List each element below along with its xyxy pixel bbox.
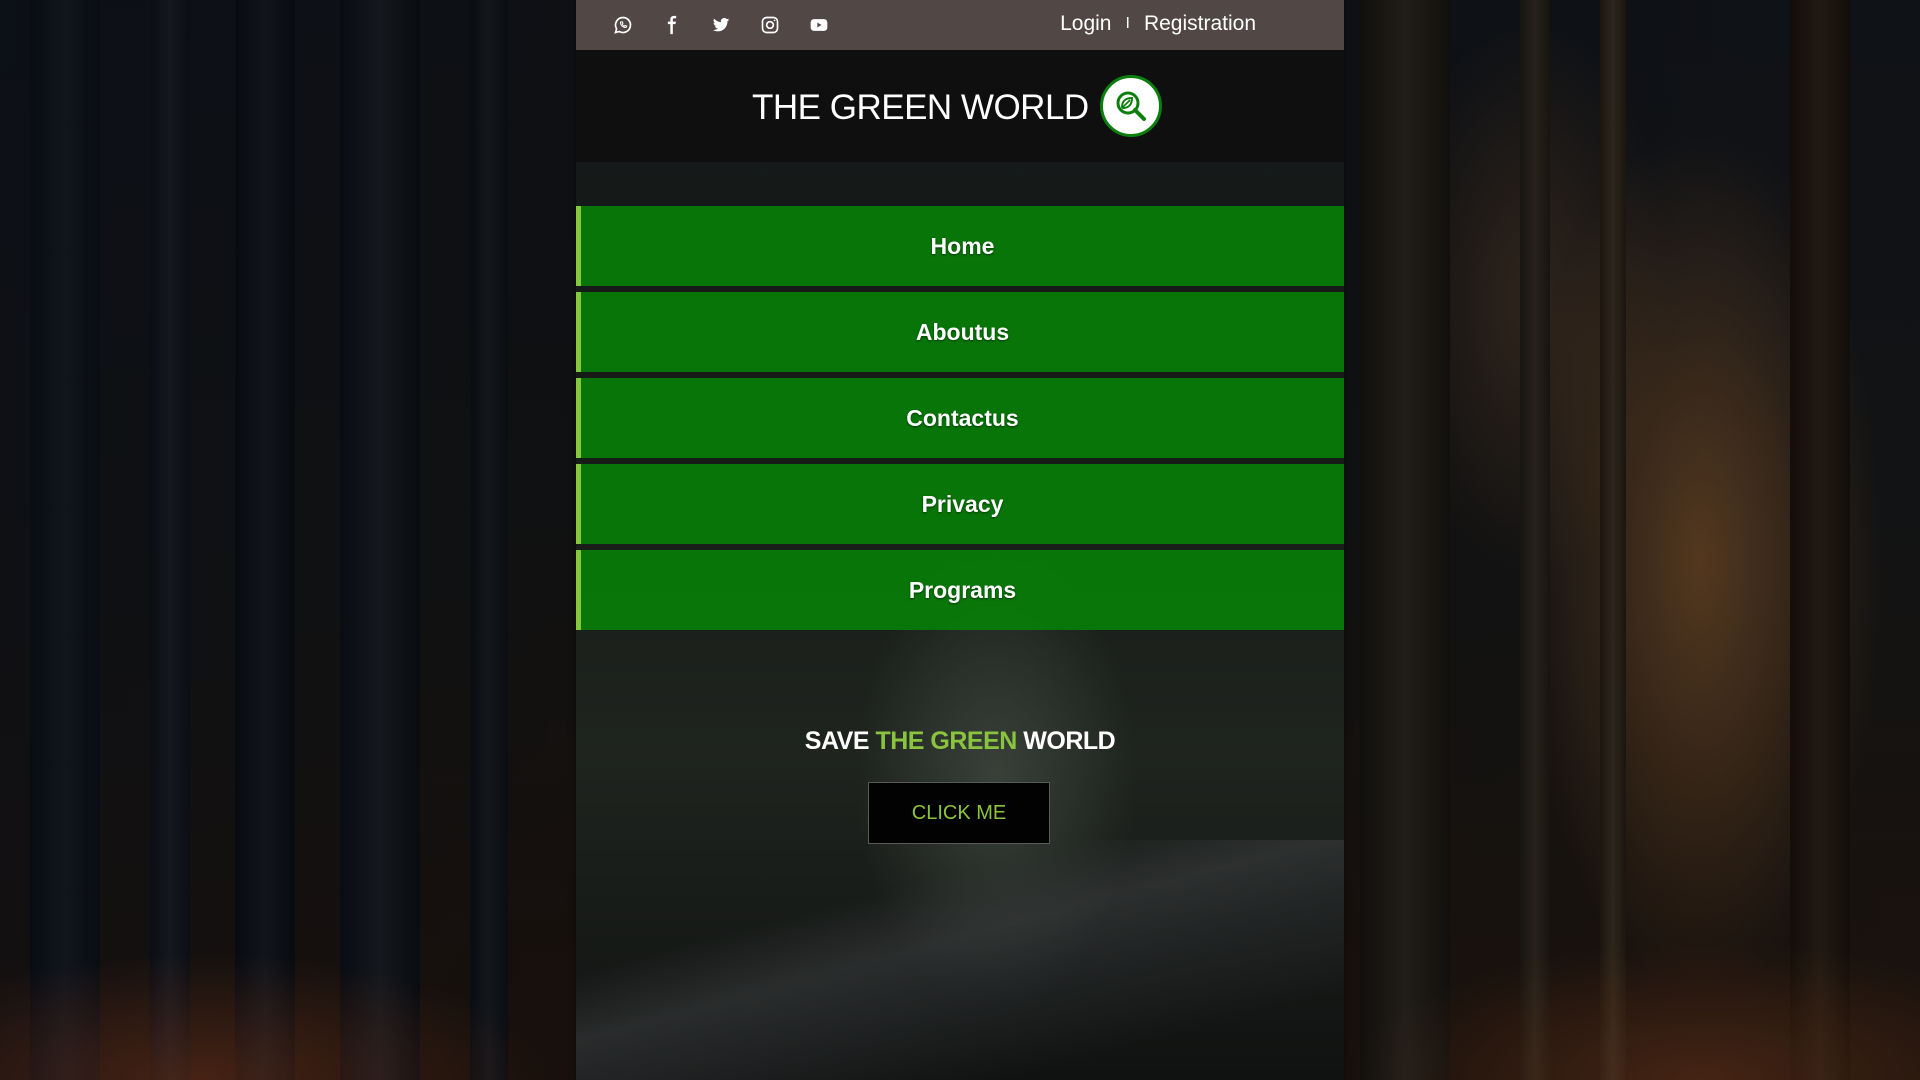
site-title: THE GREEN WORLD [752, 88, 1089, 127]
nav-item-label: Home [930, 232, 995, 259]
instagram-icon[interactable] [755, 10, 785, 40]
social-links [608, 10, 834, 40]
whatsapp-icon[interactable] [608, 10, 638, 40]
login-link[interactable]: Login [1060, 12, 1111, 36]
brand-header: THE GREEN WORLD [576, 50, 1344, 162]
click-me-button[interactable]: CLICK ME [868, 782, 1050, 844]
nav-item-home[interactable]: Home [576, 206, 1344, 286]
leaf-magnifier-icon[interactable] [1100, 75, 1162, 137]
hero-title: SAVE THE GREEN WORLD [576, 727, 1344, 756]
nav-item-label: Aboutus [915, 318, 1010, 345]
nav-item-label: Privacy [921, 490, 1004, 517]
nav-item-privacy[interactable]: Privacy [576, 464, 1344, 544]
road-backdrop [576, 840, 1344, 1080]
auth-separator: I [1125, 15, 1130, 32]
center-panel: Login I Registration THE GREEN WORLD Hom… [576, 0, 1344, 1080]
twitter-icon[interactable] [706, 10, 736, 40]
hero-title-accent: THE GREEN [875, 727, 1017, 755]
auth-links: Login I Registration [1060, 9, 1256, 39]
youtube-icon[interactable] [804, 10, 834, 40]
hero-title-suffix: WORLD [1023, 727, 1116, 755]
nav-item-aboutus[interactable]: Aboutus [576, 292, 1344, 372]
registration-link[interactable]: Registration [1144, 12, 1256, 36]
main-nav: Home Aboutus Contactus Privacy Programs [576, 206, 1344, 636]
top-bar: Login I Registration [576, 0, 1344, 50]
nav-item-programs[interactable]: Programs [576, 550, 1344, 630]
nav-item-label: Programs [908, 576, 1017, 603]
hero-title-prefix: SAVE [804, 727, 870, 755]
nav-item-contactus[interactable]: Contactus [576, 378, 1344, 458]
nav-item-label: Contactus [906, 404, 1019, 431]
facebook-icon[interactable] [657, 10, 687, 40]
